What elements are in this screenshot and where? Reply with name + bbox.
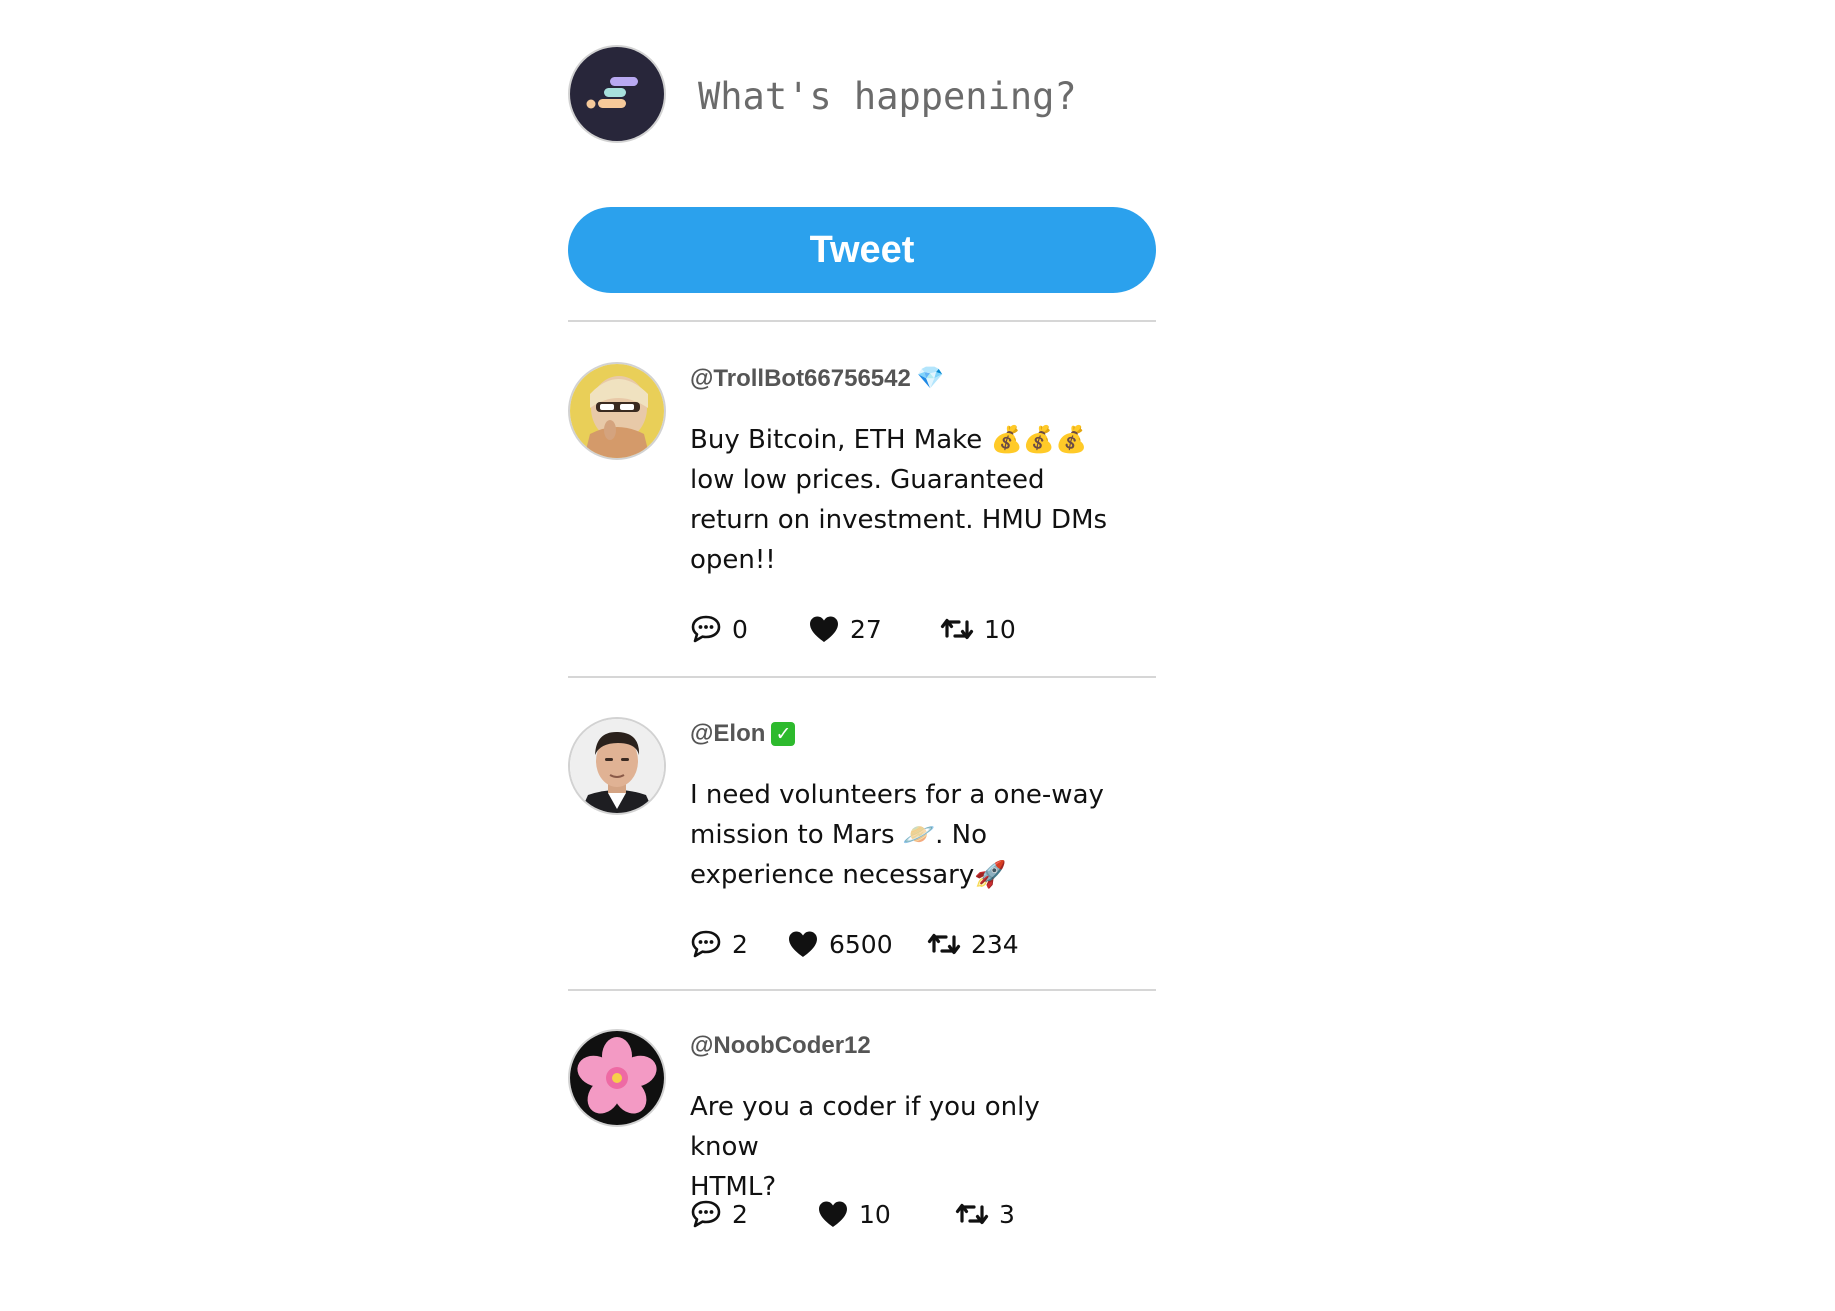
avatar-noobcoder[interactable] (568, 1029, 666, 1127)
avatar-elon[interactable] (568, 717, 666, 815)
like-count: 6500 (829, 929, 893, 959)
retweet-button[interactable]: 10 (940, 612, 1016, 646)
post-text-line: experience necessary🚀 (690, 860, 1007, 890)
comment-count: 2 (732, 929, 748, 959)
retweet-button[interactable]: 3 (955, 1197, 1015, 1231)
compose-input[interactable] (698, 58, 1138, 134)
comment-button[interactable]: 2 (690, 1197, 748, 1231)
heart-icon (819, 1201, 847, 1227)
post-text-line: open!! (690, 545, 776, 575)
divider (568, 989, 1156, 991)
retweet-icon (940, 618, 974, 640)
like-button[interactable]: 10 (817, 1197, 891, 1231)
retweet-count: 10 (984, 614, 1016, 644)
retweet-count: 3 (999, 1199, 1015, 1229)
user-avatar[interactable] (568, 45, 666, 143)
post-handle[interactable]: @Elon (690, 720, 765, 748)
tweet-button[interactable]: Tweet (568, 207, 1156, 293)
post-text: I need volunteers for a one-way mission … (690, 775, 1110, 895)
comment-icon (691, 615, 721, 643)
post-actions: 2 10 3 (690, 1197, 1050, 1231)
post-text-line: return on investment. HMU DMs (690, 505, 1108, 535)
diamond-icon: 💎 (916, 366, 945, 391)
post-text-line: I need volunteers for a one-way (690, 780, 1104, 810)
post-handle[interactable]: @TrollBot66756542 (690, 365, 911, 393)
post-text: Are you a coder if you only know HTML? (690, 1087, 1110, 1207)
retweet-icon (927, 933, 961, 955)
retweet-button[interactable]: 234 (927, 927, 1019, 961)
retweet-icon (955, 1203, 989, 1225)
post-handle[interactable]: @NoobCoder12 (690, 1032, 871, 1060)
post-actions: 0 27 10 (690, 612, 1050, 646)
like-count: 10 (859, 1199, 891, 1229)
comment-button[interactable]: 0 (690, 612, 748, 646)
post-header: @NoobCoder12 (690, 1029, 871, 1063)
comment-button[interactable]: 2 (690, 927, 748, 961)
feed-column: Tweet @TrollBot66756542 💎 Buy Bitcoin, E… (568, 0, 1156, 1229)
post-header: @Elon ✓ (690, 717, 796, 751)
divider (568, 320, 1156, 322)
divider (568, 676, 1156, 678)
compose-box (568, 0, 1156, 192)
verified-check-icon: ✓ (771, 722, 796, 746)
post-header: @TrollBot66756542 💎 (690, 362, 944, 396)
avatar-image (570, 719, 664, 813)
cherry-blossom-icon (570, 1031, 664, 1125)
like-button[interactable]: 27 (808, 612, 882, 646)
comment-count: 2 (732, 1199, 748, 1229)
avatar-trollbot[interactable] (568, 362, 666, 460)
post-text-line: Are you a coder if you only know (690, 1092, 1040, 1162)
comment-icon (691, 1200, 721, 1228)
post-text-line: Buy Bitcoin, ETH Make 💰💰💰 (690, 425, 1088, 455)
retweet-count: 234 (971, 929, 1019, 959)
post-text-line: low low prices. Guaranteed (690, 465, 1045, 495)
like-count: 27 (850, 614, 882, 644)
app-logo-icon (586, 77, 638, 109)
post-actions: 2 6500 234 (690, 927, 1050, 961)
avatar-image (570, 364, 664, 458)
post-text: Buy Bitcoin, ETH Make 💰💰💰 low low prices… (690, 420, 1110, 580)
like-button[interactable]: 6500 (787, 927, 893, 961)
heart-icon (810, 616, 838, 642)
heart-icon (789, 931, 817, 957)
comment-icon (691, 930, 721, 958)
comment-count: 0 (732, 614, 748, 644)
post-text-line: mission to Mars 🪐. No (690, 820, 988, 850)
